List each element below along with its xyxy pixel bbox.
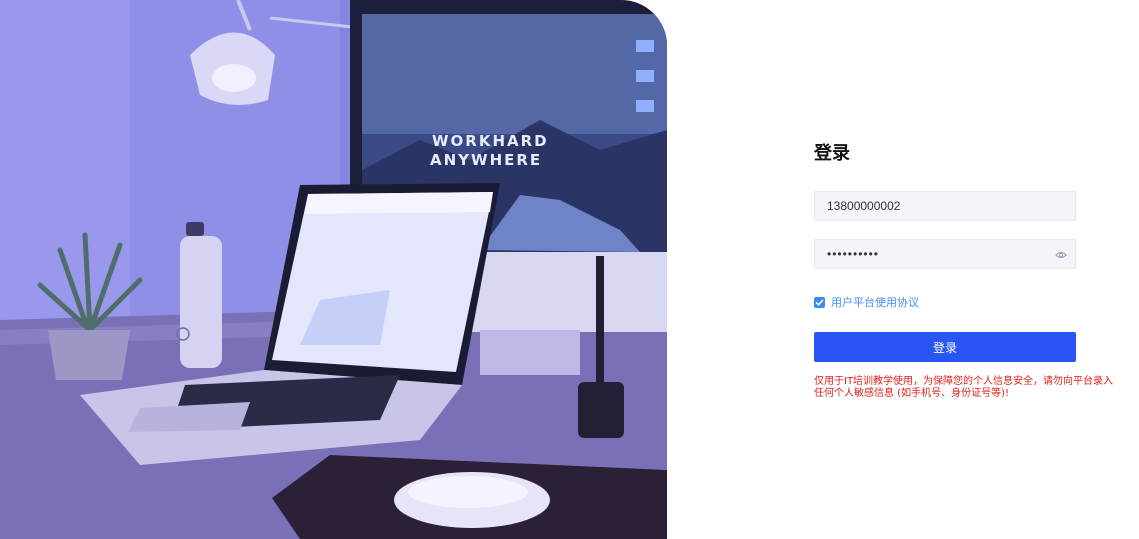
privacy-notice: 仅用于IT培训教学使用，为保障您的个人信息安全，请勿向平台录入 任何个人敏感信息…	[814, 376, 1134, 400]
water-bottle	[176, 222, 222, 368]
privacy-notice-line1: 仅用于IT培训教学使用，为保障您的个人信息安全，请勿向平台录入	[814, 376, 1114, 387]
login-button[interactable]: 登录	[814, 332, 1076, 362]
login-page: WORKHARD ANYWHERE 登录 13800000002 用户平台使用协…	[0, 0, 1139, 539]
password-field	[814, 239, 1076, 269]
login-title: 登录	[814, 143, 850, 164]
workspace-illustration: WORKHARD ANYWHERE	[0, 0, 667, 539]
check-icon	[815, 299, 824, 306]
agreement-link[interactable]: 用户平台使用协议	[831, 294, 919, 310]
phone-field	[814, 191, 1076, 221]
privacy-notice-line2: 任何个人敏感信息 (如手机号、身份证号等)!	[814, 388, 1009, 399]
agreement-checkbox[interactable]	[814, 296, 825, 308]
login-form: 登录 用户平台使用协议 登录 仅用于IT培训教学使用，为保障您的个人信息安全，请…	[814, 140, 1134, 399]
password-input[interactable]	[815, 240, 1075, 268]
monitor-text-line1: WORKHARD	[432, 132, 549, 150]
agreement-row: 用户平台使用协议	[814, 294, 919, 310]
monitor-text-line2: ANYWHERE	[430, 151, 542, 169]
phone-input[interactable]	[815, 192, 1075, 220]
mouse-and-pad	[272, 455, 667, 539]
hero-image: WORKHARD ANYWHERE	[0, 0, 667, 539]
eye-icon[interactable]	[1055, 249, 1067, 261]
